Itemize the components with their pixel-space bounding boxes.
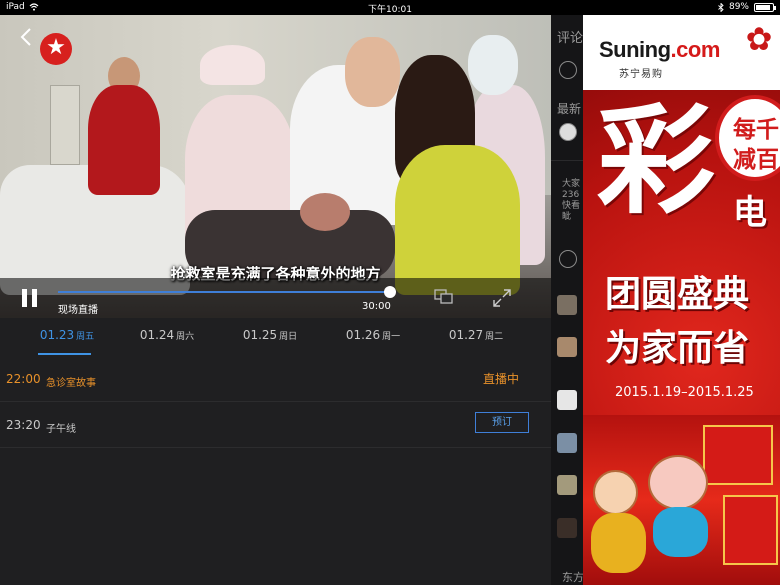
suning-advertisement[interactable]: Suning.com 苏宁易购 ✿ 彩 每千 减百 电 团圆盛典 为家而省 20… (583, 15, 780, 585)
date-tab-weekday: 周一 (382, 332, 401, 342)
video-figure (200, 45, 265, 85)
date-tab[interactable]: 01.27 周二 (426, 328, 526, 342)
date-tab-weekday: 周日 (279, 332, 298, 342)
ad-illustration (583, 415, 780, 585)
date-tab-date: 01.23 (39, 328, 75, 342)
comment-avatar[interactable] (557, 337, 577, 357)
star-channel-logo: ★ (40, 33, 72, 65)
comments-latest-label: 最新 (557, 102, 582, 116)
live-label: 现场直播 (58, 305, 98, 316)
comment-icon[interactable] (559, 250, 577, 268)
comment-avatar[interactable] (557, 475, 577, 495)
program-schedule: 01.23 周五 01.24 周六 01.25 周日 01.26 周一 01.27 周二 … (0, 318, 551, 585)
program-name: 子午线 (46, 424, 76, 435)
brand-suffix: .com (670, 37, 721, 62)
suning-logo: Suning.com (599, 37, 720, 63)
progress-knob[interactable] (384, 286, 396, 298)
date-tab[interactable]: 01.25 周日 (220, 328, 320, 342)
date-tab-weekday: 周二 (485, 332, 504, 342)
date-tab-weekday: 周五 (76, 332, 95, 342)
cartoon-child-figure (593, 470, 638, 515)
video-figure (300, 193, 350, 231)
comment-text: 大家 236 快看 眦 (562, 179, 581, 222)
comments-header[interactable]: 评论 (557, 27, 583, 46)
comment-avatar[interactable] (557, 518, 577, 538)
battery-fill (756, 4, 770, 10)
battery-icon (754, 2, 776, 12)
comment-text: 东方 (562, 571, 583, 584)
app-root: iPad 下午10:01 89% ★ 抢救室是充满了各种意外的地方 现场直播 3… (0, 0, 780, 585)
gift-box (723, 495, 778, 565)
gift-box (703, 425, 773, 485)
chevron-left-icon[interactable] (20, 27, 38, 49)
video-player[interactable]: ★ 抢救室是充满了各种意外的地方 现场直播 30:00 (0, 15, 551, 318)
ad-big-char: 彩 (597, 91, 716, 230)
comment-avatar[interactable] (557, 390, 577, 410)
bluetooth-icon (718, 2, 724, 12)
live-status: 直播中 (483, 372, 520, 386)
status-right: 89% (718, 2, 776, 12)
date-tab-date: 01.24 (139, 328, 175, 342)
cartoon-pig-body (653, 507, 708, 557)
ad-side-char: 电 (733, 193, 767, 233)
date-tab-date: 01.25 (242, 328, 278, 342)
duration-label: 30:00 (362, 301, 391, 312)
ad-headline-1: 团圆盛典 (605, 274, 750, 315)
ad-date-range: 2015.1.19–2015.1.25 (615, 385, 754, 400)
battery-percent: 89% (728, 2, 749, 12)
active-tab-indicator (38, 353, 91, 355)
pause-bar (32, 289, 37, 307)
reserve-button[interactable]: 预订 (475, 412, 529, 433)
player-controls: 现场直播 30:00 (0, 278, 551, 318)
video-figure (468, 35, 518, 95)
divider (551, 160, 583, 161)
date-tabs: 01.23 周五 01.24 周六 01.25 周日 01.26 周一 01.27 周二 (0, 318, 551, 358)
cartoon-pig-figure (648, 455, 708, 510)
video-figure (88, 85, 160, 195)
program-row[interactable]: 23:20 子午线 预订 (0, 402, 551, 448)
status-time: 下午10:01 (368, 5, 412, 15)
program-time: 22:00 (6, 372, 41, 386)
program-time: 23:20 (6, 418, 41, 432)
date-tab-date: 01.26 (345, 328, 381, 342)
status-bar: iPad 下午10:01 89% (0, 0, 780, 15)
brand-name: Suning (599, 37, 671, 62)
fullscreen-expand-icon[interactable] (492, 288, 512, 308)
program-row[interactable]: 22:00 急诊室故事 直播中 (0, 356, 551, 402)
video-figure (345, 37, 400, 107)
date-tab[interactable]: 01.23 周五 (17, 328, 117, 342)
suning-logo-cn: 苏宁易购 (619, 69, 663, 80)
cartoon-child-body (591, 513, 646, 573)
discount-line1: 每千 (733, 117, 779, 143)
comment-avatar[interactable] (559, 123, 577, 141)
comments-panel: 评论 最新 大家 236 快看 眦 东方 (551, 15, 583, 585)
comment-avatar[interactable] (557, 295, 577, 315)
chinese-knot-icon: ✿ (745, 20, 773, 58)
more-icon[interactable] (559, 61, 577, 79)
pause-icon[interactable] (20, 289, 40, 309)
screen-mirror-icon[interactable] (434, 289, 454, 305)
discount-line2: 减百 (733, 147, 779, 173)
date-tab[interactable]: 01.24 周六 (117, 328, 217, 342)
pause-bar (22, 289, 27, 307)
comment-avatar[interactable] (557, 433, 577, 453)
date-tab-date: 01.27 (448, 328, 484, 342)
date-tab-weekday: 周六 (176, 332, 195, 342)
ad-headline-2: 为家而省 (605, 328, 750, 369)
video-frame-door (50, 85, 80, 165)
progress-bar[interactable] (58, 291, 390, 293)
date-tab[interactable]: 01.26 周一 (323, 328, 423, 342)
program-name: 急诊室故事 (46, 378, 96, 389)
